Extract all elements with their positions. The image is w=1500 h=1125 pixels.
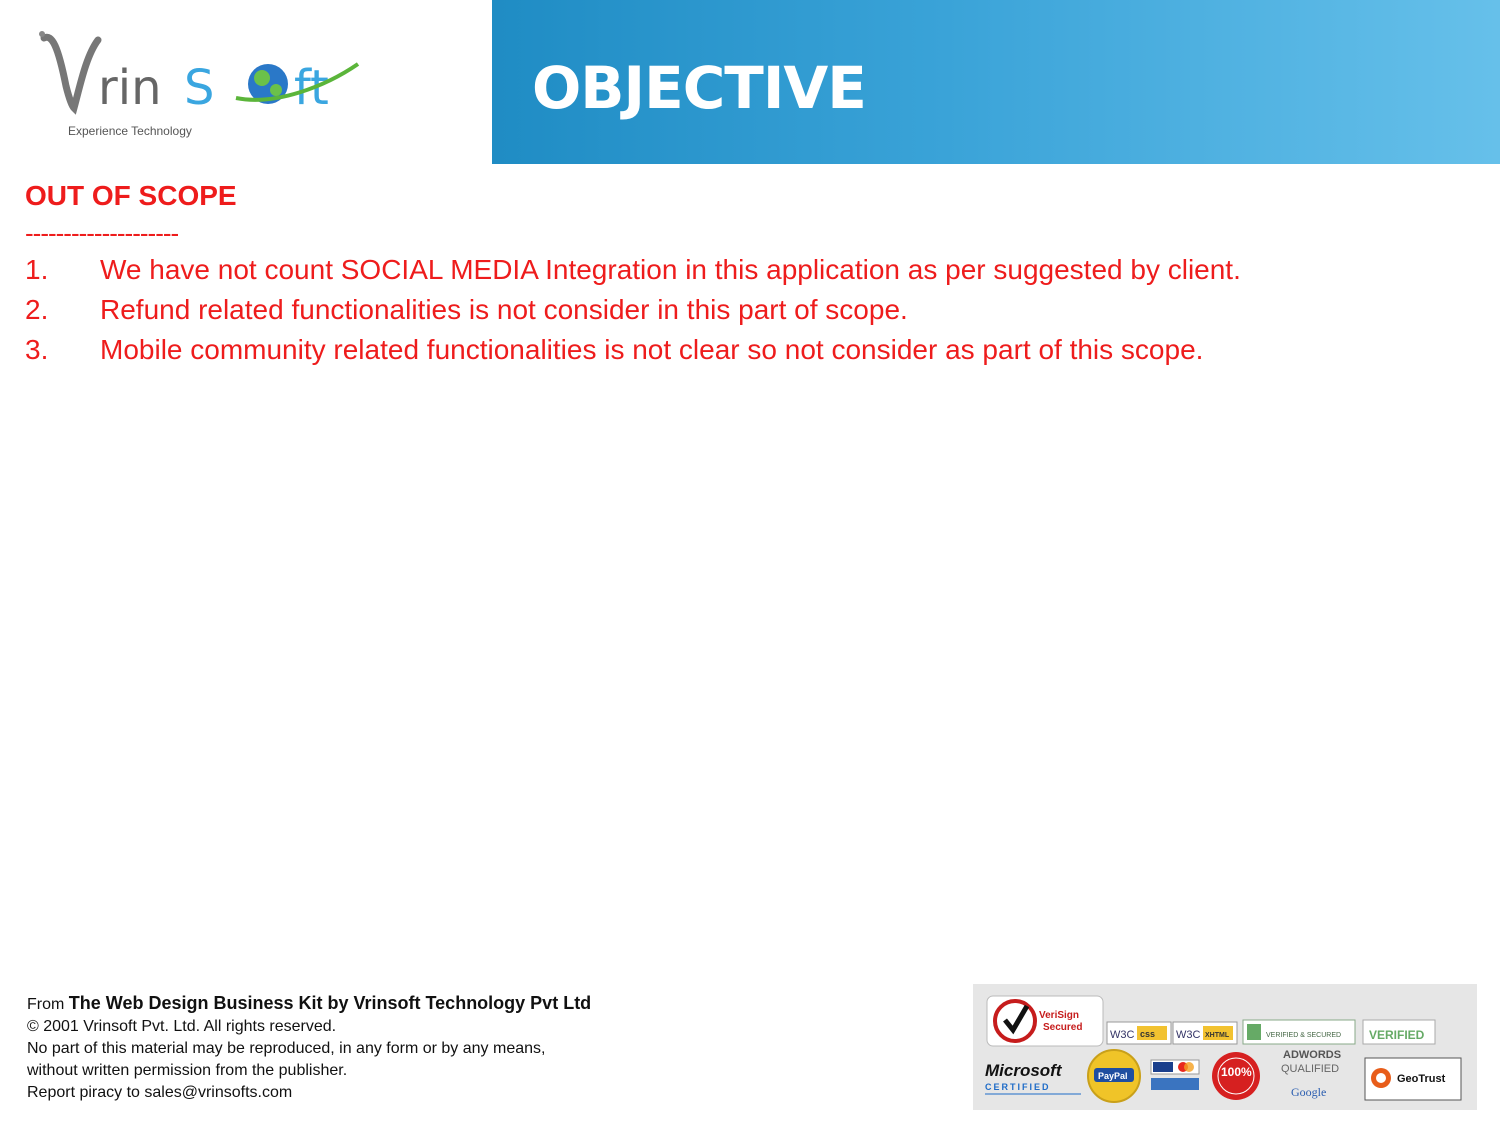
logo-rin-text: rin	[98, 60, 162, 116]
verisign-badge-icon: VeriSign Secured	[986, 995, 1104, 1047]
footer-from-line: From The Web Design Business Kit by Vrin…	[27, 992, 591, 1016]
svg-text:VERIFIED: VERIFIED	[1369, 1028, 1425, 1042]
footer-notice: From The Web Design Business Kit by Vrin…	[27, 992, 591, 1104]
svg-text:Microsoft: Microsoft	[985, 1061, 1063, 1080]
logo-soft-text: S	[184, 60, 214, 116]
list-item: 1. We have not count SOCIAL MEDIA Integra…	[25, 250, 1241, 290]
logo-tagline: Experience Technology	[68, 124, 192, 138]
footer-from-prefix: From	[27, 996, 69, 1013]
fifthcommerce-verified-badge-icon: VERIFIED	[1362, 1019, 1436, 1045]
trust-badges-strip: VeriSign Secured W3C css W3C XHTML VERIF…	[973, 984, 1477, 1110]
title-banner: OBJECTIVE	[492, 0, 1500, 164]
vrinsoft-logo: rin S ft Experience Technology	[36, 26, 366, 146]
item-number: 1.	[25, 254, 49, 285]
item-text: Refund related functionalities is not co…	[100, 294, 908, 325]
footer-notice-line2: without written permission from the publ…	[27, 1062, 348, 1079]
footer-copyright: © 2001 Vrinsoft Pvt. Ltd. All rights res…	[27, 1018, 337, 1035]
paypal-verified-badge-icon: PayPal	[1087, 1049, 1141, 1103]
w3c-xhtml-badge-icon: W3C XHTML	[1172, 1021, 1238, 1045]
svg-text:W3C: W3C	[1110, 1029, 1135, 1041]
money-back-seal-icon: 100%	[1212, 1052, 1260, 1100]
scope-list: 1. We have not count SOCIAL MEDIA Integra…	[25, 250, 1241, 370]
w3c-css-badge-icon: W3C css	[1106, 1021, 1172, 1045]
svg-text:Secured: Secured	[1043, 1022, 1082, 1033]
svg-text:XHTML: XHTML	[1205, 1032, 1230, 1039]
svg-text:GeoTrust: GeoTrust	[1397, 1073, 1446, 1085]
geotrust-badge-icon: GeoTrust	[1364, 1057, 1462, 1101]
page-title: OBJECTIVE	[532, 54, 867, 122]
svg-text:100%: 100%	[1221, 1065, 1252, 1079]
svg-text:VeriSign: VeriSign	[1039, 1010, 1079, 1021]
footer-notice-line1: No part of this material may be reproduc…	[27, 1040, 546, 1057]
separator-line: --------------------	[25, 218, 179, 248]
item-text: Mobile community related functionalities…	[100, 334, 1204, 365]
footer-from-title: The Web Design Business Kit by Vrinsoft …	[68, 993, 592, 1013]
svg-text:CERTIFIED: CERTIFIED	[985, 1082, 1051, 1092]
godaddy-verified-badge-icon: VERIFIED & SECURED	[1242, 1019, 1356, 1045]
item-text: We have not count SOCIAL MEDIA Integrati…	[100, 254, 1241, 285]
svg-text:Google: Google	[1291, 1085, 1326, 1099]
svg-text:ADWORDS: ADWORDS	[1283, 1049, 1341, 1061]
footer-piracy: Report piracy to sales@vrinsofts.com	[27, 1084, 293, 1101]
svg-text:VERIFIED & SECURED: VERIFIED & SECURED	[1266, 1032, 1341, 1039]
list-item: 3. Mobile community related functionaliti…	[25, 330, 1241, 370]
svg-text:css: css	[1140, 1029, 1155, 1039]
item-number: 2.	[25, 294, 49, 325]
out-of-scope-section: OUT OF SCOPE -------------------- 1. We h…	[25, 176, 1241, 370]
svg-text:W3C: W3C	[1176, 1029, 1201, 1041]
item-number: 3.	[25, 334, 49, 365]
list-item: 2. Refund related functionalities is not …	[25, 290, 1241, 330]
google-adwords-badge-icon: ADWORDS QUALIFIED Google	[1281, 1049, 1341, 1099]
svg-text:PayPal: PayPal	[1098, 1071, 1128, 1081]
credit-cards-icon	[1150, 1059, 1200, 1090]
section-heading: OUT OF SCOPE	[25, 180, 237, 211]
microsoft-certified-badge-icon: Microsoft CERTIFIED	[985, 1061, 1081, 1095]
svg-text:QUALIFIED: QUALIFIED	[1281, 1063, 1339, 1075]
